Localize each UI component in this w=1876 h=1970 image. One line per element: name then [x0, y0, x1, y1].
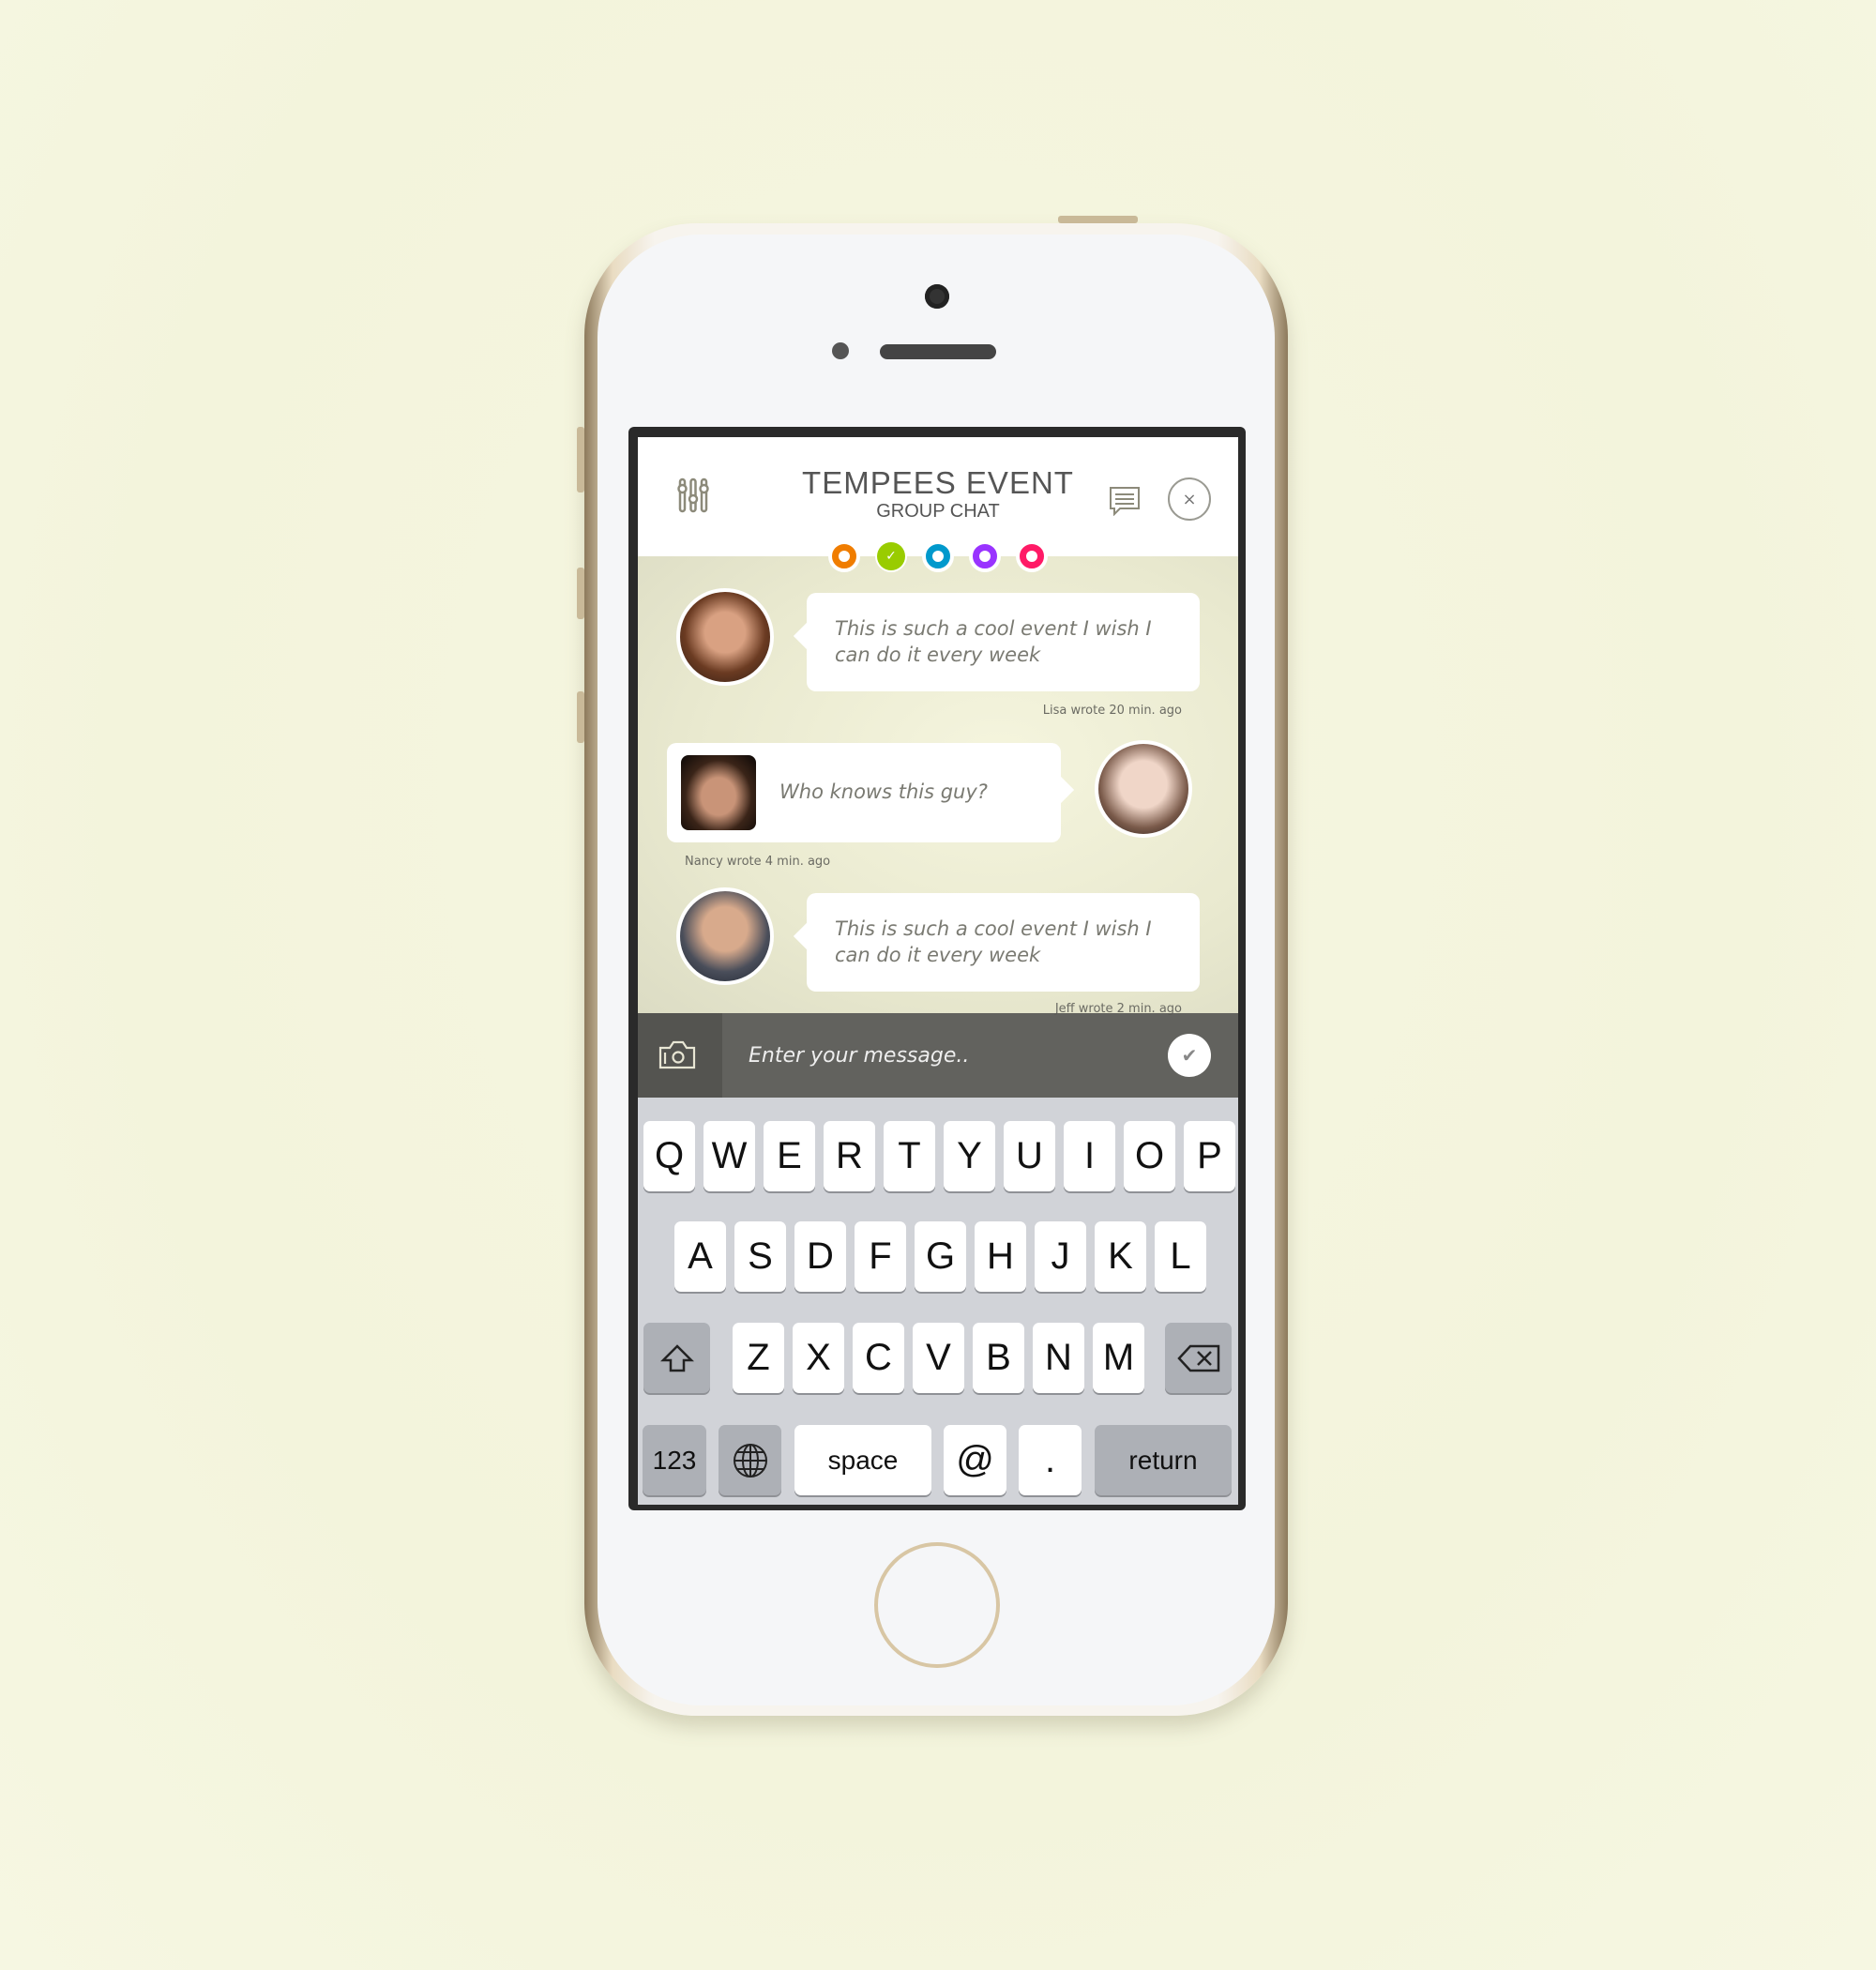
backspace-key[interactable] — [1165, 1323, 1232, 1393]
globe-icon — [733, 1443, 767, 1478]
home-button[interactable] — [874, 1542, 1000, 1668]
key-y[interactable]: Y — [944, 1121, 995, 1191]
message-text: This is such a cool event I wish I can d… — [835, 917, 1152, 966]
key-b[interactable]: B — [973, 1323, 1024, 1393]
message-text: Who knows this guy? — [779, 780, 988, 803]
avatar-lisa[interactable] — [676, 588, 774, 686]
key-o[interactable]: O — [1124, 1121, 1175, 1191]
key-x[interactable]: X — [793, 1323, 844, 1393]
key-k[interactable]: K — [1095, 1221, 1146, 1292]
power-button — [1058, 216, 1138, 223]
return-key[interactable]: return — [1095, 1425, 1232, 1495]
chat-list-icon[interactable] — [1109, 486, 1141, 516]
shared-photo[interactable] — [681, 755, 756, 830]
shift-key[interactable] — [643, 1323, 710, 1393]
proximity-sensor — [832, 342, 849, 359]
message-meta: Lisa wrote 20 min. ago — [1042, 704, 1182, 718]
status-dot[interactable] — [828, 540, 860, 572]
volume-up-button — [577, 568, 584, 619]
key-a[interactable]: A — [674, 1221, 726, 1292]
camera-icon — [658, 1040, 696, 1069]
send-button[interactable]: ✔ — [1168, 1034, 1211, 1077]
key-h[interactable]: H — [975, 1221, 1026, 1292]
camera-button[interactable] — [638, 1013, 722, 1098]
page-title: TEMPEES EVENT — [802, 465, 1074, 500]
globe-key[interactable] — [719, 1425, 781, 1495]
key-t[interactable]: T — [884, 1121, 935, 1191]
shift-icon — [659, 1343, 694, 1371]
numbers-key[interactable]: 123 — [643, 1425, 706, 1495]
message-bubble: This is such a cool event I wish I can d… — [793, 893, 1200, 992]
key-u[interactable]: U — [1004, 1121, 1055, 1191]
key-v[interactable]: V — [913, 1323, 964, 1393]
status-dot[interactable]: ✓ — [875, 540, 907, 572]
key-e[interactable]: E — [764, 1121, 815, 1191]
at-key[interactable]: @ — [944, 1425, 1006, 1495]
status-dot[interactable] — [969, 540, 1001, 572]
message-bubble: Who knows this guy? — [667, 743, 1075, 842]
key-i[interactable]: I — [1064, 1121, 1115, 1191]
backspace-icon — [1176, 1344, 1219, 1371]
front-camera — [925, 284, 949, 309]
check-icon: ✓ — [885, 549, 897, 564]
status-dot[interactable] — [922, 540, 954, 572]
key-f[interactable]: F — [855, 1221, 906, 1292]
earpiece-speaker — [880, 344, 996, 359]
key-g[interactable]: G — [915, 1221, 966, 1292]
key-r[interactable]: R — [824, 1121, 875, 1191]
key-w[interactable]: W — [704, 1121, 755, 1191]
key-s[interactable]: S — [734, 1221, 786, 1292]
key-p[interactable]: P — [1184, 1121, 1235, 1191]
screen: TEMPEES EVENT GROUP CHAT × This is such … — [638, 437, 1238, 1505]
message-bubble: This is such a cool event I wish I can d… — [793, 593, 1200, 691]
keyboard: 123 space @ . return QWERTYUIOP ASDFGHJKL… — [638, 1098, 1238, 1505]
page-subtitle: GROUP CHAT — [876, 501, 1000, 522]
message-input-bar: ✔ — [638, 1013, 1238, 1098]
period-key[interactable]: . — [1019, 1425, 1082, 1495]
message-meta: Nancy wrote 4 min. ago — [685, 855, 831, 869]
avatar-nancy[interactable] — [1095, 740, 1192, 838]
key-c[interactable]: C — [853, 1323, 904, 1393]
volume-down-button — [577, 691, 584, 743]
status-dot[interactable] — [1016, 540, 1048, 572]
key-d[interactable]: D — [794, 1221, 846, 1292]
key-q[interactable]: Q — [643, 1121, 695, 1191]
close-icon[interactable]: × — [1168, 477, 1211, 521]
mute-switch — [577, 427, 584, 492]
header: TEMPEES EVENT GROUP CHAT × — [638, 437, 1238, 556]
key-m[interactable]: M — [1093, 1323, 1144, 1393]
message-input[interactable] — [749, 1034, 1105, 1077]
key-j[interactable]: J — [1035, 1221, 1086, 1292]
message-text: This is such a cool event I wish I can d… — [835, 617, 1152, 666]
key-l[interactable]: L — [1155, 1221, 1206, 1292]
avatar-jeff[interactable] — [676, 887, 774, 985]
check-icon: ✔ — [1181, 1044, 1198, 1067]
space-key[interactable]: space — [794, 1425, 931, 1495]
key-z[interactable]: Z — [733, 1323, 784, 1393]
key-n[interactable]: N — [1033, 1323, 1084, 1393]
